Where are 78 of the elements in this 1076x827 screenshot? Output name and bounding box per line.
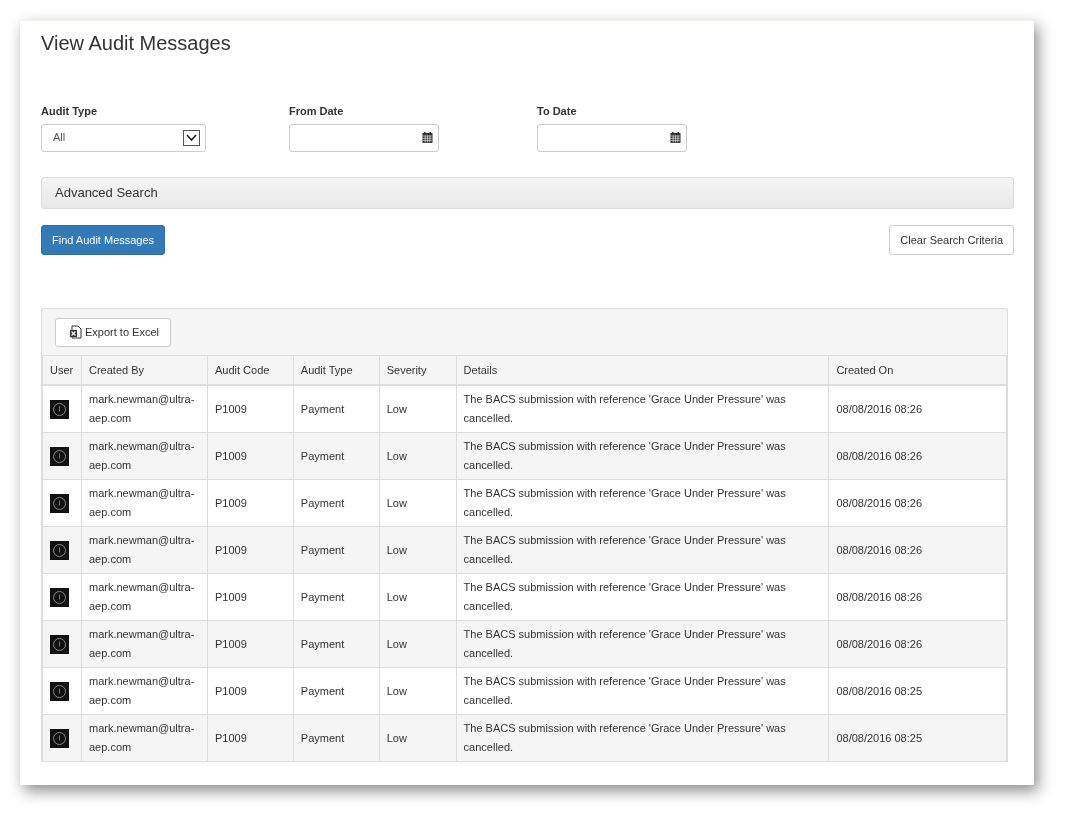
table-cell: Low [379,385,457,433]
table-cell: Payment [293,526,380,574]
table-cell: P1009 [207,479,294,527]
table-cell: Payment [293,667,380,715]
table-cell: mark.newman@ultra-aep.com [81,526,208,574]
column-header: Details [456,355,829,385]
table-cell: The BACS submission with reference 'Grace Under Pressure' was cancelled. [456,479,829,527]
user-avatar-icon [50,446,69,466]
table-cell: Low [379,526,457,574]
table-cell: P1009 [207,385,294,433]
page-title: View Audit Messages [41,31,232,55]
user-avatar-icon [50,399,69,419]
table-cell: The BACS submission with reference 'Grace Under Pressure' was cancelled. [456,620,829,668]
date-field[interactable] [537,123,687,152]
field-label: To Date [537,104,578,119]
column-header: Severity [379,355,457,385]
user-avatar-icon [50,728,69,748]
user-avatar-icon [50,681,69,701]
table-cell: mark.newman@ultra-aep.com [81,432,208,480]
audit-type-dropdown[interactable]: All [41,123,206,152]
field-label: Audit Type [41,104,98,119]
table-cell: Payment [293,432,380,480]
table-cell: 08/08/2016 08:25 [828,667,1007,715]
table-cell: Low [379,667,457,715]
user-avatar-icon [50,634,69,654]
table-cell: 08/08/2016 08:26 [828,573,1007,621]
find-audit-messages-button[interactable]: Find Audit Messages [41,224,166,255]
table-cell: mark.newman@ultra-aep.com [81,573,208,621]
table-cell: The BACS submission with reference 'Grace Under Pressure' was cancelled. [456,526,829,574]
calendar-icon [422,132,433,143]
table-cell: 08/08/2016 08:26 [828,526,1007,574]
table-cell: Payment [293,620,380,668]
table-cell: Low [379,620,457,668]
table-cell: P1009 [207,620,294,668]
table-cell: P1009 [207,667,294,715]
table-cell: Payment [293,385,380,433]
table-cell: Low [379,479,457,527]
table-cell: P1009 [207,714,294,762]
table-cell: mark.newman@ultra-aep.com [81,667,208,715]
table-cell: Low [379,714,457,762]
table-cell: The BACS submission with reference 'Grace Under Pressure' was cancelled. [456,573,829,621]
date-field[interactable] [289,123,439,152]
table-cell: 08/08/2016 08:26 [828,620,1007,668]
table-cell: Payment [293,714,380,762]
column-header: User [42,355,82,385]
table-cell: The BACS submission with reference 'Grace Under Pressure' was cancelled. [456,432,829,480]
field-label: From Date [289,104,345,119]
table-cell: 08/08/2016 08:26 [828,385,1007,433]
table-cell: mark.newman@ultra-aep.com [81,714,208,762]
table-cell: 08/08/2016 08:25 [828,714,1007,762]
user-avatar-icon [50,587,69,607]
table-cell: mark.newman@ultra-aep.com [81,385,208,433]
user-avatar-icon [50,540,69,560]
table-cell: Payment [293,479,380,527]
advanced-search-panel[interactable]: Advanced Search [41,176,1014,209]
table-cell: Low [379,432,457,480]
column-header: Created On [828,355,1007,385]
table-cell: 08/08/2016 08:26 [828,479,1007,527]
table-cell: P1009 [207,526,294,574]
excel-file-icon [69,325,82,340]
table-cell: mark.newman@ultra-aep.com [81,479,208,527]
user-avatar-icon [50,493,69,513]
export-to-excel-button[interactable]: Export to Excel [55,318,171,347]
column-header: Audit Code [207,355,294,385]
calendar-icon [670,132,681,143]
table-cell: 08/08/2016 08:26 [828,432,1007,480]
table-cell: Low [379,573,457,621]
clear-search-criteria-button[interactable]: Clear Search Criteria [889,224,1014,255]
table-cell: P1009 [207,432,294,480]
column-header: Audit Type [293,355,380,385]
column-header: Created By [81,355,208,385]
dropdown-caret-icon [183,129,200,146]
table-cell: mark.newman@ultra-aep.com [81,620,208,668]
table-cell: P1009 [207,573,294,621]
table-cell: The BACS submission with reference 'Grace Under Pressure' was cancelled. [456,385,829,433]
table-cell: Payment [293,573,380,621]
table-cell: The BACS submission with reference 'Grace Under Pressure' was cancelled. [456,667,829,715]
table-cell: The BACS submission with reference 'Grace Under Pressure' was cancelled. [456,714,829,762]
